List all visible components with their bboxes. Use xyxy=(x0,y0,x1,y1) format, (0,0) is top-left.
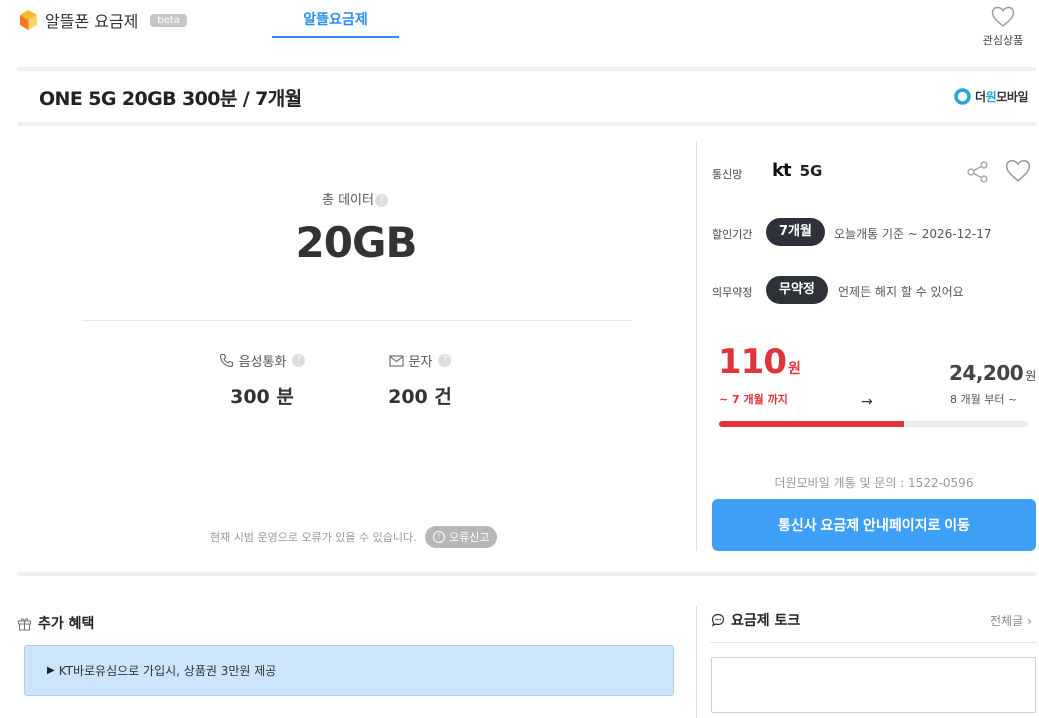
benefits-title: 추가 혜택 xyxy=(17,613,94,633)
beta-notice: 현재 시범 운영으로 오류가 있을 수 있습니다. xyxy=(210,531,417,544)
gift-icon xyxy=(18,617,31,630)
contract-badge: 무약정 xyxy=(766,276,828,304)
contract-label: 의무약정 xyxy=(712,286,753,299)
network-type: 5G xyxy=(799,161,823,180)
total-data-label: 총 데이터? xyxy=(300,189,410,208)
carrier-logo: 더원모바일 xyxy=(954,88,1029,105)
discount-period-badge: 7개월 xyxy=(766,218,825,246)
carrier-name: 더원모바일 xyxy=(975,90,1029,104)
go-to-carrier-button[interactable]: 통신사 요금제 안내페이지로 이동 xyxy=(712,499,1036,551)
brand-name: 알뜰폰 요금제 xyxy=(45,12,139,31)
top-header: 알뜰폰 요금제 beta 알뜰요금제 관심상품 xyxy=(0,0,1039,68)
benefit-item[interactable]: ▶ KT바로유심으로 가입시, 상품권 3만원 제공 xyxy=(24,645,674,696)
sms-feature: 문자? 200 건 xyxy=(380,351,460,409)
share-icon[interactable] xyxy=(966,160,990,188)
divider xyxy=(696,141,697,551)
carrier-ring-icon xyxy=(954,88,971,105)
total-data-value: 20GB xyxy=(295,218,418,267)
info-icon: ! xyxy=(433,531,445,543)
voice-label: 음성통화 xyxy=(238,355,287,370)
heart-icon[interactable] xyxy=(1005,159,1031,187)
regular-from: 8 개월 부터 ~ xyxy=(950,393,1018,406)
view-all-link[interactable]: 전체글 › xyxy=(990,612,1032,629)
brand-logo[interactable]: 알뜰폰 요금제 beta xyxy=(20,8,187,32)
triangle-right-icon: ▶ xyxy=(47,665,55,676)
divider xyxy=(17,122,1036,126)
contact-info: 더원모바일 개통 및 문의 : 1522-0596 xyxy=(774,476,974,490)
discount-label: 할인기간 xyxy=(712,228,753,241)
contract-note: 언제든 해지 할 수 있어요 xyxy=(838,285,964,299)
heart-icon xyxy=(991,6,1015,27)
help-icon[interactable]: ? xyxy=(292,354,306,367)
voice-feature: 음성통화? 300 분 xyxy=(212,351,312,409)
divider xyxy=(17,67,1036,71)
arrow-icon: → xyxy=(861,394,873,410)
brand-cube-icon xyxy=(20,10,37,30)
divider xyxy=(17,572,1036,576)
talk-title: 요금제 토크 xyxy=(711,610,800,630)
help-icon[interactable]: ? xyxy=(374,194,388,207)
tab-mvno-plans[interactable]: 알뜰요금제 xyxy=(272,8,399,38)
promo-until: ~ 7 개월 까지 xyxy=(719,393,788,406)
regular-price: 24,200 원 xyxy=(949,361,1037,385)
sms-value: 200 건 xyxy=(388,386,452,408)
phone-icon xyxy=(219,353,233,368)
chevron-right-icon: › xyxy=(1026,614,1032,628)
benefit-text: KT바로유심으로 가입시, 상품권 3만원 제공 xyxy=(58,664,277,678)
beta-badge: beta xyxy=(150,13,187,27)
favorites-button[interactable]: 관심상품 xyxy=(980,6,1026,48)
discount-note: 오늘개통 기준 ~ 2026-12-17 xyxy=(834,227,992,241)
price-progress-fill xyxy=(719,421,905,427)
envelope-icon xyxy=(388,354,404,367)
divider xyxy=(82,320,631,321)
network-logo: kt 5G xyxy=(772,160,822,181)
promo-price: 110 원 xyxy=(718,342,801,382)
divider xyxy=(696,606,697,718)
favorites-label: 관심상품 xyxy=(982,34,1024,47)
plan-title: ONE 5G 20GB 300분 / 7개월 xyxy=(39,88,302,110)
kt-logo: kt xyxy=(772,160,792,181)
chat-icon xyxy=(711,613,725,627)
talk-input[interactable] xyxy=(711,657,1036,713)
price-progress-bar xyxy=(719,421,1028,427)
report-error-label: 오류신고 xyxy=(449,532,490,544)
sms-label: 문자 xyxy=(408,355,433,370)
help-icon[interactable]: ? xyxy=(438,354,452,367)
network-label: 통신망 xyxy=(712,168,743,181)
divider xyxy=(710,642,1036,643)
report-error-button[interactable]: ! 오류신고 xyxy=(425,526,498,548)
voice-value: 300 분 xyxy=(230,386,294,408)
